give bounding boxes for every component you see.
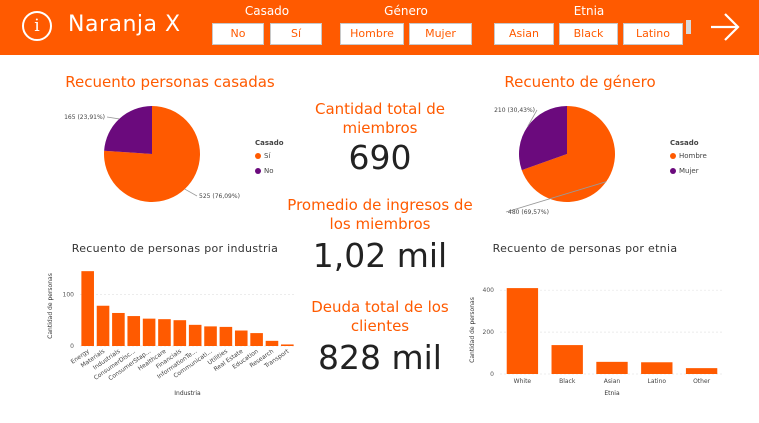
y-tick-label: 0 [490, 371, 494, 378]
app-title: Naranja X [68, 12, 181, 37]
slicer-casado-si[interactable]: Sí [270, 23, 322, 45]
slicer-scrollbar[interactable] [686, 20, 691, 34]
bar [127, 316, 141, 346]
gender-pie-chart: 210 (30,43%) 480 (69,57%) Casado Hombre Muje… [494, 106, 707, 216]
bar [158, 319, 171, 346]
married-chart-title: Recuento personas casadas [65, 73, 275, 91]
pie-legend-title: Casado [670, 139, 699, 147]
kpi-income-label: Promedio de ingresos de los miembros [287, 196, 473, 233]
married-pie-chart: 165 (23,91%) 525 (76,09%) Casado Sí No [64, 106, 284, 202]
pie-data-label: 165 (23,91%) [64, 114, 105, 121]
y-axis-label: Cantidad de personas [469, 297, 476, 363]
bar [96, 305, 110, 346]
ethnicity-bar-chart: 0 200 400 White Black Asian Latino Other Etnia Ca… [469, 287, 724, 397]
arrow-right-icon[interactable] [708, 9, 742, 45]
y-axis-label: Cantidad de personas [47, 273, 54, 339]
industry-bar-chart: 0100EnergyMaterialsIndustrialsConsumerDi… [47, 271, 295, 397]
kpi-debt-value: 828 mil [318, 338, 442, 377]
pie-legend-label: Mujer [679, 167, 699, 175]
y-tick-label: 0 [70, 343, 74, 350]
pie-legend-label: Sí [264, 152, 271, 160]
kpi-income-value: 1,02 mil [312, 236, 448, 275]
gender-chart-title: Recuento de género [504, 73, 656, 91]
x-tick-label: Black [559, 378, 576, 385]
industry-chart-title: Recuento de personas por industria [71, 242, 279, 255]
pie-legend-marker [255, 168, 261, 174]
slicer-etnia-latino[interactable]: Latino [623, 23, 683, 45]
bar [596, 361, 628, 374]
kpi-members-label: Cantidad total de miembros [314, 100, 446, 137]
pie-legend-label: No [264, 167, 274, 175]
slicer-genero-mujer[interactable]: Mujer [409, 23, 472, 45]
pie-legend-marker [255, 153, 261, 159]
dashboard-page: i Naranja X Casado No Sí Género Hombre M… [0, 0, 759, 423]
pie-legend-label: Hombre [679, 152, 707, 160]
bar [173, 320, 187, 346]
bar [641, 362, 673, 374]
x-tick-label: Latino [648, 378, 667, 385]
slicer-etnia-black[interactable]: Black [559, 23, 618, 45]
kpi-debt-label: Deuda total de los clientes [311, 298, 449, 335]
y-tick-label: 100 [63, 291, 75, 298]
header-bar: i Naranja X Casado No Sí Género Hombre M… [0, 0, 759, 55]
slicer-casado-title: Casado [244, 4, 290, 18]
bar [204, 326, 217, 346]
bar [142, 318, 156, 346]
x-axis-label: Industria [174, 390, 201, 397]
pie-data-label: 480 (69,57%) [508, 209, 549, 216]
pie-legend-marker [670, 153, 676, 159]
slicer-genero-hombre[interactable]: Hombre [340, 23, 404, 45]
y-tick-label: 400 [483, 287, 495, 294]
pie-leader-line [184, 188, 198, 197]
pie-leader-line [106, 116, 120, 120]
info-icon[interactable]: i [22, 11, 52, 41]
x-axis-label: Etnia [604, 390, 620, 397]
slicer-genero-title: Género [384, 4, 428, 18]
pie-legend-title: Casado [255, 139, 284, 147]
bar [234, 330, 248, 346]
pie-data-label: 210 (30,43%) [494, 107, 535, 114]
slicer-etnia-title: Etnia [573, 4, 605, 18]
bar [188, 324, 202, 346]
bar [81, 271, 94, 346]
bar [250, 333, 263, 346]
bar [685, 368, 718, 374]
bar [265, 340, 279, 346]
pie-slice-no [104, 106, 152, 154]
x-tick-label: Asian [604, 378, 621, 385]
slicer-etnia-asian[interactable]: Asian [494, 23, 554, 45]
x-tick-label: White [514, 378, 532, 385]
bar [506, 288, 539, 374]
bar [281, 344, 294, 346]
x-tick-label: Other [693, 378, 711, 385]
bar [112, 312, 125, 346]
pie-legend-marker [670, 168, 676, 174]
y-tick-label: 200 [483, 329, 495, 336]
ethnicity-chart-title: Recuento de personas por etnia [492, 242, 678, 255]
bar [551, 345, 583, 374]
slicer-casado-no[interactable]: No [212, 23, 264, 45]
bar [219, 326, 233, 346]
pie-data-label: 525 (76,09%) [199, 193, 240, 200]
kpi-members-value: 690 [348, 138, 412, 177]
